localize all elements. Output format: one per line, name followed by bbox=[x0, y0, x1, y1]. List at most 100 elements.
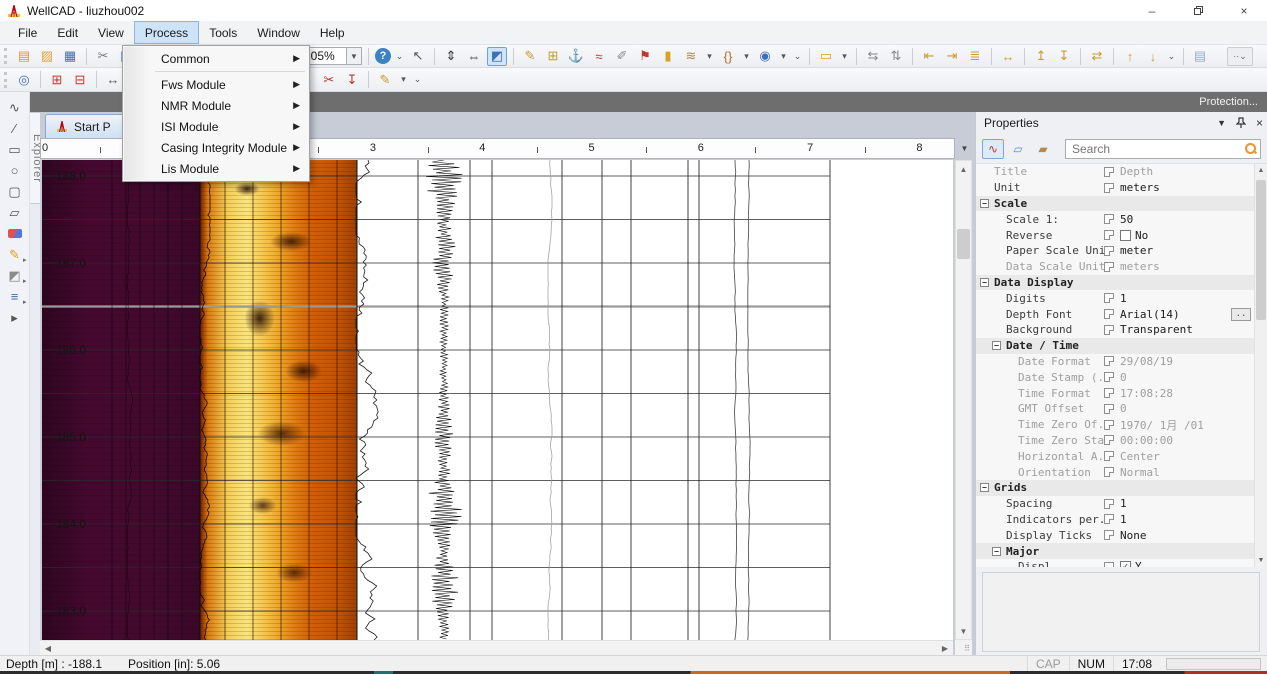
property-row-data-scale-unit[interactable]: Data Scale Unit meters bbox=[976, 259, 1254, 275]
pencil-tool-icon[interactable]: ✎ ▸ bbox=[4, 244, 26, 265]
swap-columns-icon[interactable]: ⇄ bbox=[1087, 47, 1107, 66]
property-value-text[interactable]: 0 bbox=[1120, 371, 1127, 384]
scroll-down-icon[interactable]: ▼ bbox=[956, 623, 971, 639]
dropdown-arrow-icon[interactable]: ▾ bbox=[398, 70, 409, 89]
property-value[interactable]: ✓ Y... bbox=[1120, 560, 1254, 567]
well-marker-icon[interactable]: ⚑ bbox=[635, 47, 655, 66]
property-value[interactable]: None bbox=[1120, 529, 1254, 542]
scrollbar-thumb[interactable] bbox=[1256, 180, 1266, 320]
property-section-date-time[interactable]: − Date / Time bbox=[976, 337, 1254, 354]
collapse-icon[interactable]: − bbox=[980, 198, 989, 208]
property-value[interactable]: Depth bbox=[1120, 165, 1254, 178]
open-folder-icon[interactable]: ▨ bbox=[37, 47, 57, 66]
column-height-icon[interactable]: ⇅ bbox=[886, 47, 906, 66]
search-icon[interactable] bbox=[1245, 143, 1256, 154]
process-menu-item-common[interactable]: Common ▶ bbox=[123, 48, 309, 69]
collapse-icon[interactable]: − bbox=[980, 483, 989, 493]
insert-log-icon[interactable]: ⊞ bbox=[47, 70, 67, 89]
scroll-up-icon[interactable]: ▲ bbox=[956, 161, 971, 177]
property-value-text[interactable]: 50 bbox=[1120, 213, 1133, 226]
ellipse-tool-icon[interactable]: ○ bbox=[4, 160, 26, 181]
property-value[interactable]: Normal bbox=[1120, 466, 1254, 479]
property-value-text[interactable]: Y... bbox=[1135, 560, 1162, 567]
property-value[interactable]: Transparent bbox=[1120, 323, 1254, 336]
property-row-paper-scale-unit[interactable]: Paper Scale Unit meter bbox=[976, 243, 1254, 259]
property-row-gmt-offset[interactable]: GMT Offset 0 bbox=[976, 401, 1254, 417]
property-value[interactable]: No bbox=[1120, 229, 1254, 242]
property-value-text[interactable]: meter bbox=[1120, 244, 1153, 257]
minimize-button[interactable]: – bbox=[1129, 0, 1175, 21]
property-value[interactable]: 1 bbox=[1120, 497, 1254, 510]
process-menu-item-isi-module[interactable]: ISI Module ▶ bbox=[123, 116, 309, 137]
rectangle-tool-icon[interactable]: ▭ bbox=[4, 139, 26, 160]
new-document-icon[interactable]: ▤ bbox=[14, 47, 34, 66]
restore-button[interactable] bbox=[1175, 0, 1221, 21]
flyout-arrow-icon[interactable]: ▸ bbox=[23, 256, 27, 264]
pointer-tool-icon[interactable]: ↖ bbox=[408, 47, 428, 66]
align-left-icon[interactable]: ⇤ bbox=[919, 47, 939, 66]
checkbox-unchecked[interactable] bbox=[1120, 229, 1131, 241]
property-value-text[interactable]: No bbox=[1135, 229, 1148, 242]
fit-width-icon[interactable]: ⇔ bbox=[464, 47, 484, 66]
edit-notes-icon[interactable]: ✎ bbox=[520, 47, 540, 66]
sort-descending-icon[interactable]: ↓ bbox=[1143, 47, 1163, 66]
property-value-text[interactable]: 29/08/19 bbox=[1120, 355, 1173, 368]
property-value-text[interactable]: Arial(14) bbox=[1120, 308, 1180, 321]
property-value[interactable]: 00:00:00 bbox=[1120, 434, 1254, 447]
process-menu-item-fws-module[interactable]: Fws Module ▶ bbox=[123, 74, 309, 95]
log-view[interactable]: -188.0 -187.0 -186.0 -185.0 -184.0 -183.0 bbox=[42, 160, 953, 640]
property-value[interactable]: Arial(14).. bbox=[1120, 307, 1254, 321]
property-row-digits[interactable]: Digits 1 bbox=[976, 290, 1254, 306]
property-row-indicators-per-[interactable]: Indicators per... 1 bbox=[976, 512, 1254, 528]
edit-table-icon[interactable]: ⊞ bbox=[543, 47, 563, 66]
property-value-text[interactable]: 1 bbox=[1120, 292, 1127, 305]
scroll-left-icon[interactable]: ◀ bbox=[40, 641, 56, 656]
property-row-scale-1-[interactable]: Scale 1: 50 bbox=[976, 211, 1254, 227]
property-value[interactable]: 17:08:28 bbox=[1120, 387, 1254, 400]
chevron-down-icon[interactable]: ▼ bbox=[957, 141, 972, 156]
help-icon[interactable]: ? bbox=[375, 48, 391, 64]
property-value-text[interactable]: 1 bbox=[1120, 497, 1127, 510]
property-section-data-display[interactable]: − Data Display bbox=[976, 274, 1254, 291]
column-width-icon[interactable]: ⇆ bbox=[863, 47, 883, 66]
zoom-tool-icon[interactable]: ◎ bbox=[14, 70, 34, 89]
collapse-icon[interactable]: − bbox=[992, 341, 1001, 351]
horizontal-scrollbar[interactable]: ◀ ▶ bbox=[40, 640, 953, 655]
menu-item-process[interactable]: Process bbox=[133, 21, 200, 44]
property-value-text[interactable]: 0 bbox=[1120, 402, 1127, 415]
property-row-unit[interactable]: Unit meters bbox=[976, 180, 1254, 196]
flyout-arrow-icon[interactable]: ▸ bbox=[23, 298, 27, 306]
close-button[interactable]: × bbox=[1221, 0, 1267, 21]
property-search-box[interactable] bbox=[1065, 138, 1261, 159]
property-value[interactable]: 29/08/19 bbox=[1120, 355, 1254, 368]
process-menu-item-nmr-module[interactable]: NMR Module ▶ bbox=[123, 95, 309, 116]
property-value[interactable]: 0 bbox=[1120, 371, 1254, 384]
menu-item-window[interactable]: Window bbox=[247, 21, 310, 44]
property-value-text[interactable]: Normal bbox=[1120, 466, 1160, 479]
property-row-background[interactable]: Background Transparent bbox=[976, 322, 1254, 338]
property-row-orientation[interactable]: Orientation Normal bbox=[976, 464, 1254, 480]
fit-range-icon[interactable]: ↔ bbox=[103, 70, 123, 89]
rounded-rect-tool-icon[interactable]: ▢ bbox=[4, 181, 26, 202]
property-value[interactable]: 0 bbox=[1120, 402, 1254, 415]
menu-item-file[interactable]: File bbox=[8, 21, 47, 44]
polygon-tool-icon[interactable]: ▱ bbox=[4, 202, 26, 223]
property-row-reverse[interactable]: Reverse No bbox=[976, 227, 1254, 243]
fit-height-icon[interactable]: ⇕ bbox=[441, 47, 461, 66]
menu-item-edit[interactable]: Edit bbox=[47, 21, 88, 44]
toolbar-overflow-icon[interactable]: ··⌄ bbox=[1227, 46, 1253, 66]
properties-scrollbar[interactable]: ▲ ▼ bbox=[1254, 164, 1267, 567]
property-value-text[interactable]: meters bbox=[1120, 260, 1160, 273]
edit-pad-icon[interactable]: ✎ bbox=[375, 70, 395, 89]
property-row-title[interactable]: Title Depth bbox=[976, 164, 1254, 180]
property-row-time-zero-of-[interactable]: Time Zero Of... 1970/ 1月 /01 bbox=[976, 417, 1254, 433]
menu-item-tools[interactable]: Tools bbox=[199, 21, 247, 44]
anchor-icon[interactable]: ⚓ bbox=[566, 47, 586, 66]
property-value[interactable]: meters bbox=[1120, 181, 1254, 194]
property-value-text[interactable]: 1 bbox=[1120, 513, 1127, 526]
line-tool-icon[interactable]: ∕ bbox=[4, 118, 26, 139]
cross-section-icon[interactable]: ✂ bbox=[319, 70, 339, 89]
cut-icon[interactable]: ✂ bbox=[93, 47, 113, 66]
search-input[interactable] bbox=[1070, 140, 1245, 157]
eraser-tool-icon[interactable] bbox=[4, 223, 26, 244]
